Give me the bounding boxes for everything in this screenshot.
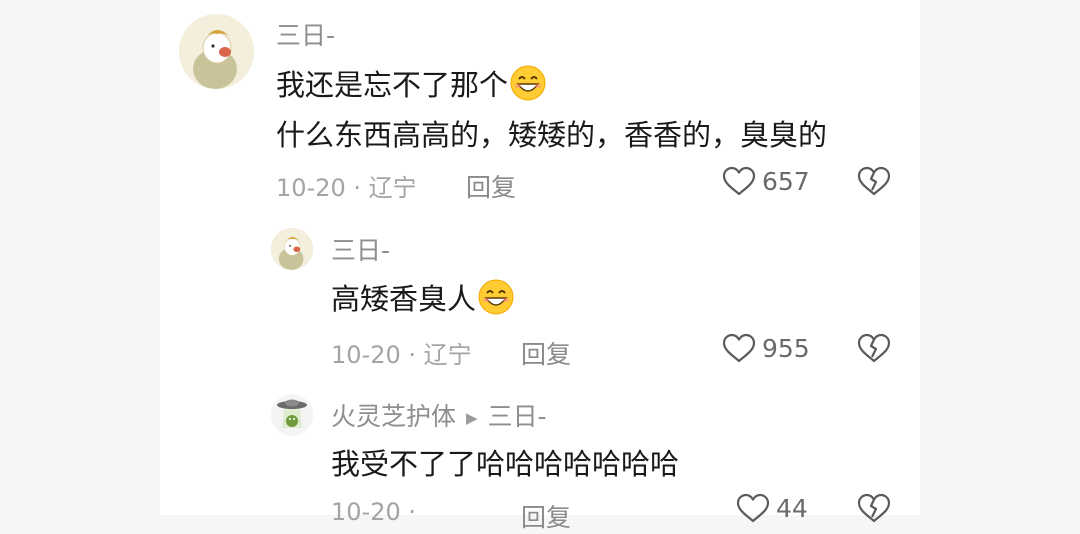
avatar-image: [271, 228, 313, 270]
comment-text: 什么东西高高的，矮矮的，香香的，臭臭的: [276, 118, 828, 152]
comment-username[interactable]: 三日-: [331, 231, 390, 267]
grinning-face-emoji: [510, 65, 546, 109]
broken-heart-icon: [857, 493, 891, 523]
comment-username[interactable]: 三日-: [276, 16, 335, 52]
comment-meta: 10-20 ·: [331, 498, 416, 526]
like-count: 955: [762, 333, 810, 363]
avatar[interactable]: [271, 228, 313, 270]
meta-separator: ·: [408, 341, 417, 369]
comment-meta: 10-20 · 辽宁: [276, 168, 417, 203]
heart-icon: [736, 493, 770, 523]
like-count: 657: [762, 166, 810, 196]
comment-text-line: 高矮香臭人: [331, 279, 514, 323]
grinning-face-emoji: [478, 279, 514, 323]
reply-button[interactable]: 回复: [521, 498, 571, 534]
avatar[interactable]: [179, 14, 254, 89]
comment-username[interactable]: 火灵芝护体: [331, 402, 456, 431]
meta-separator: ·: [408, 498, 417, 526]
meta-separator: ·: [353, 174, 362, 202]
comment-location: 辽宁: [423, 341, 472, 369]
reply-to-username[interactable]: 三日-: [488, 402, 547, 431]
comment-date: 10-20: [331, 341, 401, 369]
dislike-button[interactable]: [857, 333, 891, 363]
comment-text: 我还是忘不了那个: [276, 68, 509, 102]
reply-button[interactable]: 回复: [521, 335, 571, 371]
comment-meta: 10-20 · 辽宁: [331, 335, 472, 370]
broken-heart-icon: [857, 166, 891, 196]
dislike-button[interactable]: [857, 493, 891, 523]
broken-heart-icon: [857, 333, 891, 363]
heart-icon: [722, 166, 756, 196]
avatar-image: [271, 394, 313, 436]
comment-location: 辽宁: [368, 174, 417, 202]
comment-text: 高矮香臭人: [331, 282, 477, 316]
comment-date: 10-20: [276, 174, 346, 202]
reply-button[interactable]: 回复: [466, 168, 516, 204]
like-button[interactable]: 44: [736, 493, 808, 523]
comment-text: 我受不了了哈哈哈哈哈哈哈: [331, 447, 680, 481]
reply-arrow-icon: ▶: [466, 409, 478, 427]
dislike-button[interactable]: [857, 166, 891, 196]
avatar-image: [179, 14, 254, 89]
comment-username-line: 火灵芝护体 ▶ 三日-: [331, 397, 547, 433]
like-button[interactable]: 657: [722, 166, 810, 196]
like-count: 44: [776, 493, 808, 523]
avatar[interactable]: [271, 394, 313, 436]
heart-icon: [722, 333, 756, 363]
comment-date: 10-20: [331, 498, 401, 526]
comment-text-line: 我还是忘不了那个: [276, 65, 546, 109]
like-button[interactable]: 955: [722, 333, 810, 363]
